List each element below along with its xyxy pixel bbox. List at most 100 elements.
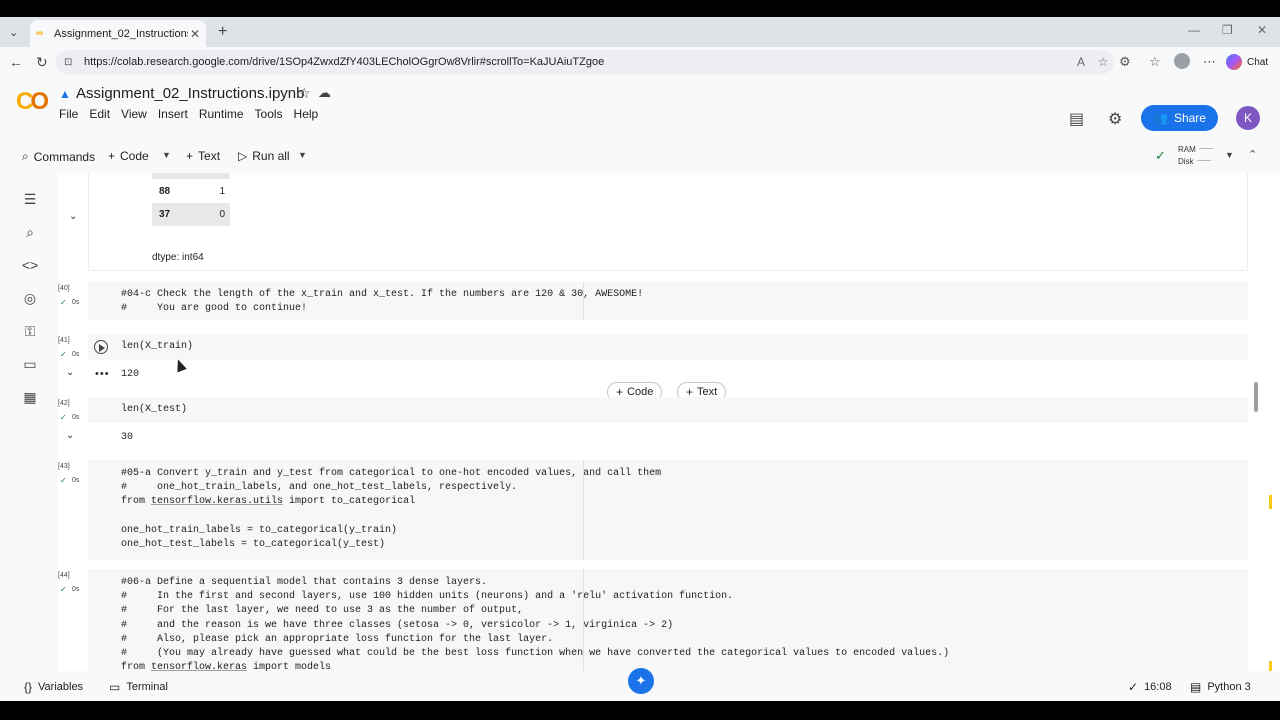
cell-42-source[interactable]: len(X_test) xyxy=(121,403,187,417)
extensions-icon[interactable]: ⚙ xyxy=(1119,54,1131,70)
run-all-button[interactable]: ▷ Run all xyxy=(238,149,290,163)
terminal-icon: ▭ xyxy=(109,680,121,694)
menu-help[interactable]: Help xyxy=(294,107,327,121)
more-menu-icon[interactable]: ⋯ xyxy=(1203,54,1216,70)
chat-label: Chat xyxy=(1247,56,1269,68)
table-row: 37 0 xyxy=(152,203,230,226)
collapse-header-chevron-icon[interactable]: ⌃ xyxy=(1248,148,1257,161)
favorite-star-icon[interactable]: ☆ xyxy=(1092,55,1114,69)
menu-insert[interactable]: Insert xyxy=(158,107,196,121)
cloud-saved-icon: ☁ xyxy=(318,85,331,100)
cell-43-source[interactable]: #05-a Convert y_train and y_test from ca… xyxy=(121,467,661,552)
cell-44-source[interactable]: #06-a Define a sequential model that con… xyxy=(121,576,949,671)
variables-inspector-icon[interactable]: ◎ xyxy=(21,290,39,308)
secrets-key-icon[interactable]: ⚿ xyxy=(21,323,39,341)
restore-icon[interactable]: ❐ xyxy=(1222,23,1233,37)
share-button[interactable]: 👥 Share xyxy=(1141,105,1218,131)
plus-icon: + xyxy=(186,149,194,163)
notebook-toolbar: ⌕ Commands + Code ▼ + Text ▷ Run all ▼ ✓… xyxy=(0,139,1280,173)
code-cell-41[interactable]: len(X_train) xyxy=(88,334,1248,360)
add-code-button[interactable]: + Code xyxy=(108,149,149,163)
add-text-label: Text xyxy=(198,149,221,163)
code-snippets-icon[interactable]: <> xyxy=(21,257,39,275)
new-tab-icon[interactable]: + xyxy=(218,23,227,41)
menu-tools[interactable]: Tools xyxy=(255,107,291,121)
cell-41-done-icon: ✓ xyxy=(60,350,67,359)
read-aloud-icon[interactable]: A xyxy=(1070,55,1092,69)
terminal-button[interactable]: ▭ Terminal xyxy=(109,680,168,694)
variables-button[interactable]: {} Variables xyxy=(24,680,83,694)
commands-button[interactable]: ⌕ Commands xyxy=(22,149,95,164)
colab-favicon-icon: ∞ xyxy=(36,27,44,39)
code-cell-44[interactable]: #06-a Define a sequential model that con… xyxy=(88,569,1272,671)
notebook-scrollbar[interactable] xyxy=(1254,382,1258,412)
colab-header: CO ▲ Assignment_02_Instructions.ipynb ☆ … xyxy=(0,77,1280,139)
user-avatar[interactable]: K xyxy=(1236,106,1260,130)
code-cell-42[interactable]: len(X_test) xyxy=(88,397,1248,423)
menu-edit[interactable]: Edit xyxy=(89,107,118,121)
notebook-area: 88 1 37 0 dtype: int64 ⌄ [40] ✓ 0s #04-c… xyxy=(58,173,1272,671)
output-cell: 88 1 37 0 dtype: int64 ⌄ xyxy=(69,173,1248,271)
gemini-sparkle-icon[interactable]: ✦ xyxy=(628,668,654,694)
run-dropdown-chevron-icon[interactable]: ▼ xyxy=(298,150,307,160)
output-actions-icon[interactable]: ••• xyxy=(95,368,110,380)
check-icon: ✓ xyxy=(1128,680,1139,694)
cell-44-time: 0s xyxy=(72,586,80,593)
code-dropdown-chevron-icon[interactable]: ▼ xyxy=(162,150,171,160)
favorites-icon[interactable]: ☆ xyxy=(1149,54,1161,70)
copilot-icon xyxy=(1226,54,1242,70)
back-icon[interactable]: ← xyxy=(9,54,23,70)
cell-41-source[interactable]: len(X_train) xyxy=(121,340,193,354)
cell-41-output: 120 xyxy=(121,369,140,380)
data-table-icon[interactable]: ▦ xyxy=(21,389,39,407)
minimize-icon[interactable]: — xyxy=(1188,23,1200,37)
dtype-label: dtype: int64 xyxy=(152,252,204,263)
add-text-button[interactable]: + Text xyxy=(186,149,220,163)
settings-gear-icon[interactable]: ⚙ xyxy=(1108,109,1122,129)
window-close-icon[interactable]: ✕ xyxy=(1257,23,1267,37)
site-info-icon[interactable]: ⊡ xyxy=(64,57,78,68)
series-table: 88 1 37 0 xyxy=(152,180,230,226)
search-icon: ⌕ xyxy=(22,149,29,163)
browser-tab[interactable]: ∞ Assignment_02_Instructions.ipynb ✕ xyxy=(30,20,206,47)
play-icon: ▷ xyxy=(238,149,248,163)
code-cell-43[interactable]: #05-a Convert y_train and y_test from ca… xyxy=(88,460,1272,560)
runtime-type[interactable]: ▤ Python 3 xyxy=(1190,680,1251,694)
find-replace-icon[interactable]: ⌕ xyxy=(21,224,39,242)
comments-icon[interactable]: ▤ xyxy=(1069,109,1084,129)
table-row: 88 1 xyxy=(159,186,225,197)
run-cell-button[interactable] xyxy=(94,340,108,354)
collapse-output-chevron-icon[interactable]: ⌄ xyxy=(66,367,74,378)
menu-file[interactable]: File xyxy=(59,107,86,121)
code-cell-40[interactable]: #04-c Check the length of the x_train an… xyxy=(88,282,1248,320)
tab-close-icon[interactable]: ✕ xyxy=(188,27,202,41)
reload-icon[interactable]: ↻ xyxy=(36,54,48,71)
cell-43-execution-count: [43] xyxy=(58,463,70,470)
notebook-title[interactable]: Assignment_02_Instructions.ipynb xyxy=(76,85,304,102)
app-frame: ⌄ ∞ Assignment_02_Instructions.ipynb ✕ +… xyxy=(0,17,1280,701)
drive-icon: ▲ xyxy=(59,87,71,101)
cell-40-done-icon: ✓ xyxy=(60,298,67,307)
files-folder-icon[interactable]: ▭ xyxy=(21,356,39,374)
table-of-contents-icon[interactable]: ☰ xyxy=(21,191,39,209)
cell-40-source[interactable]: #04-c Check the length of the x_train an… xyxy=(121,288,643,316)
address-bar[interactable]: ⊡ https://colab.research.google.com/driv… xyxy=(56,50,1114,74)
menu-view[interactable]: View xyxy=(121,107,155,121)
tab-list-chevron-icon[interactable]: ⌄ xyxy=(9,26,21,39)
menu-runtime[interactable]: Runtime xyxy=(199,107,252,121)
resource-monitor[interactable]: RAM Disk xyxy=(1178,144,1213,168)
scroll-marker xyxy=(1269,661,1272,671)
cell-40-execution-count: [40] xyxy=(58,285,70,292)
browser-tab-strip: ⌄ ∞ Assignment_02_Instructions.ipynb ✕ +… xyxy=(0,17,1280,47)
star-icon[interactable]: ☆ xyxy=(298,85,311,102)
address-row: ← ↻ ⊡ https://colab.research.google.com/… xyxy=(0,47,1280,77)
copilot-chat-button[interactable]: Chat xyxy=(1226,51,1268,73)
side-rail: ☰ ⌕ <> ◎ ⚿ ▭ ▦ xyxy=(0,173,58,671)
collapse-output-chevron-icon[interactable]: ⌄ xyxy=(69,211,77,222)
browser-profile-avatar[interactable] xyxy=(1174,53,1190,69)
runtime-dropdown-chevron-icon[interactable]: ▼ xyxy=(1225,150,1234,160)
cell-43-done-icon: ✓ xyxy=(60,476,67,485)
colab-logo[interactable]: CO xyxy=(16,88,49,116)
collapse-output-chevron-icon[interactable]: ⌄ xyxy=(66,430,74,441)
last-run-time[interactable]: ✓ 16:08 xyxy=(1128,680,1172,694)
